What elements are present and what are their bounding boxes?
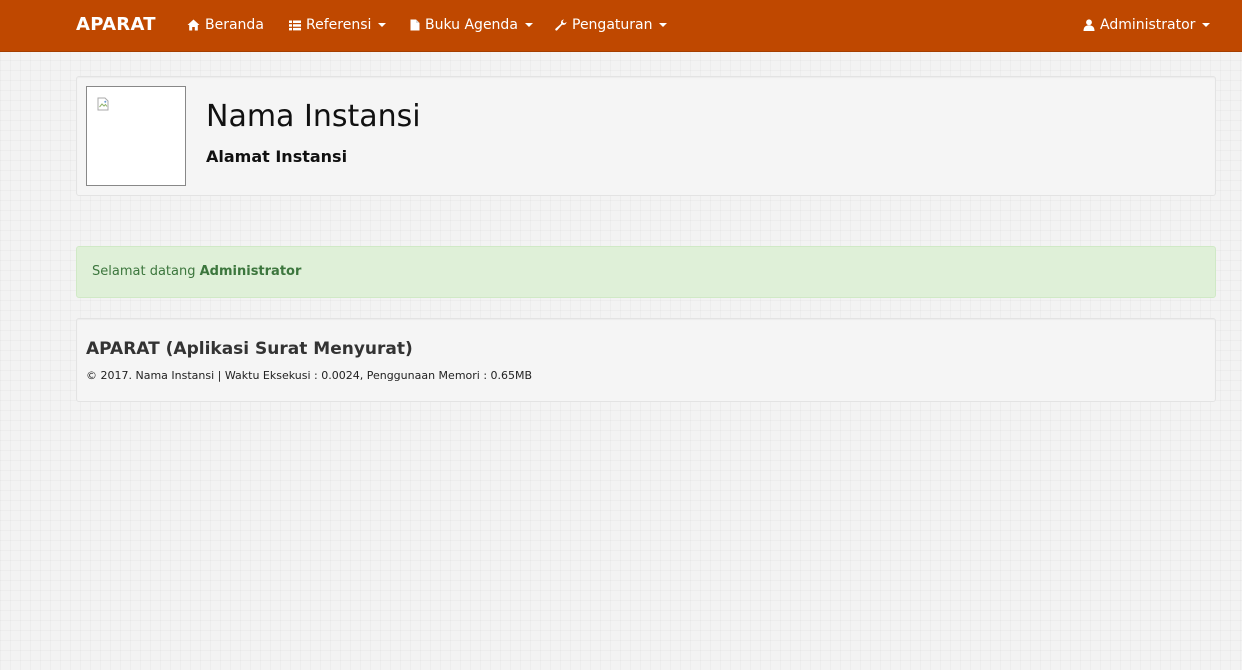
wrench-icon — [555, 19, 567, 31]
institution-name: Nama Instansi — [206, 99, 421, 134]
nav-item-pengaturan[interactable]: Pengaturan — [555, 17, 668, 33]
nav-item-pengaturan-label: Pengaturan — [572, 17, 653, 33]
institution-header: Nama Instansi Alamat Instansi — [76, 76, 1216, 196]
home-icon — [187, 19, 200, 31]
welcome-prefix: Selamat datang — [92, 264, 196, 279]
nav-item-beranda[interactable]: Beranda — [187, 17, 264, 33]
file-icon — [410, 19, 420, 31]
user-menu[interactable]: Administrator — [1083, 17, 1211, 33]
nav-item-buku-agenda[interactable]: Buku Agenda — [410, 17, 533, 33]
nav-item-referensi[interactable]: Referensi — [289, 17, 387, 33]
chevron-down-icon — [1202, 23, 1211, 27]
chevron-down-icon — [659, 23, 668, 27]
user-icon — [1083, 19, 1095, 31]
chevron-down-icon — [524, 23, 533, 27]
list-icon — [289, 20, 301, 30]
top-navbar: APARAT Beranda Referensi Buku Agenda Pen… — [0, 0, 1242, 52]
nav-item-referensi-label: Referensi — [306, 17, 372, 33]
welcome-username: Administrator — [199, 264, 302, 279]
chevron-down-icon — [378, 23, 387, 27]
app-title: APARAT (Aplikasi Surat Menyurat) — [86, 339, 413, 359]
institution-logo — [86, 86, 186, 186]
footer-info: © 2017. Nama Instansi | Waktu Eksekusi :… — [86, 369, 533, 382]
welcome-alert: Selamat datang Administrator — [76, 246, 1216, 298]
brand-link[interactable]: APARAT — [76, 14, 156, 35]
nav-item-beranda-label: Beranda — [205, 17, 264, 33]
app-footer: APARAT (Aplikasi Surat Menyurat) © 2017.… — [76, 318, 1216, 402]
broken-image-icon — [97, 97, 109, 111]
institution-address: Alamat Instansi — [206, 147, 348, 166]
welcome-message: Selamat datang Administrator — [92, 264, 301, 279]
user-menu-label: Administrator — [1100, 17, 1196, 33]
nav-item-buku-agenda-label: Buku Agenda — [425, 17, 518, 33]
